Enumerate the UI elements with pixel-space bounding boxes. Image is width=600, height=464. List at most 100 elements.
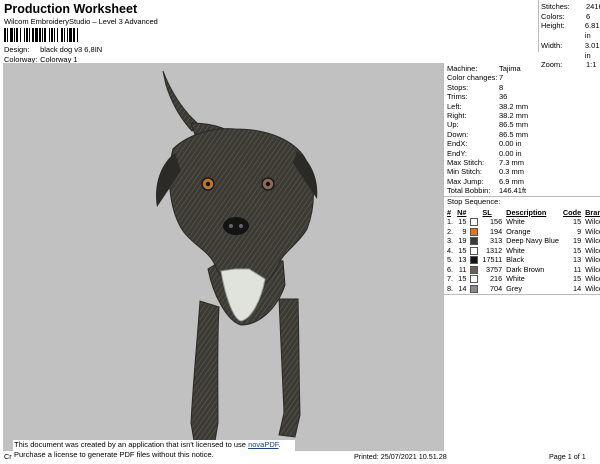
- stat-value: 6.81 in: [584, 21, 600, 41]
- stop-number: 4.: [447, 245, 454, 255]
- info-value: 146.41ft: [499, 186, 527, 196]
- stop-number: 3.: [447, 236, 454, 246]
- thread-brand: Wilcom: [585, 274, 600, 284]
- divider: [538, 0, 539, 52]
- info-value: 38.2 mm: [499, 111, 529, 121]
- info-row: Down: 86.5 mm: [447, 130, 528, 139]
- info-row: Left: 38.2 mm: [447, 102, 528, 111]
- stop-number: 7.: [447, 274, 454, 284]
- thread-brand: Wilcom: [585, 217, 600, 227]
- novapdf-link[interactable]: novaPDF: [248, 440, 278, 449]
- design-info-panel: Machine: Tajima Color changes: 7 Stops: 8 T…: [443, 63, 600, 451]
- stop-sequence-table: # N# SL Description Code Brand 1.15156Wh…: [445, 207, 600, 293]
- color-description: Deep Navy Blue: [506, 236, 559, 246]
- needle-number: 15: [458, 245, 467, 255]
- color-code: 9: [577, 226, 582, 236]
- needle-number: 11: [458, 264, 467, 274]
- color-swatch: [470, 284, 479, 293]
- color-swatch: [470, 256, 479, 265]
- stitch-length: 17511: [482, 255, 503, 265]
- stop-number: 5.: [447, 255, 454, 265]
- table-row: 3.19313Deep Navy Blue19Wilcom: [445, 236, 600, 246]
- color-code: 15: [573, 245, 582, 255]
- color-swatch: [468, 274, 480, 284]
- thread-brand: Wilcom: [585, 264, 600, 274]
- info-row: Right: 38.2 mm: [447, 111, 528, 120]
- stat-key: Width:: [541, 40, 563, 50]
- color-code: 15: [573, 217, 582, 227]
- stat-value: 24165: [586, 2, 600, 11]
- color-code: 15: [573, 274, 582, 284]
- thread-brand: Wilcom: [585, 236, 600, 246]
- stop-number: 1.: [447, 217, 454, 227]
- info-key: Color changes:: [447, 73, 498, 83]
- info-row: Min Stitch: 0.3 mm: [447, 167, 528, 176]
- info-row: Color changes: 7: [447, 73, 528, 82]
- dog-embroidery-image: [155, 70, 318, 442]
- info-row: Total Bobbin: 146.41ft: [447, 186, 528, 195]
- color-swatch: [468, 255, 480, 265]
- needle-number: 19: [458, 236, 467, 246]
- color-code: 11: [573, 264, 582, 274]
- info-value: 6.9 mm: [499, 176, 525, 186]
- design-label: Design:: [4, 45, 30, 54]
- col-header: Brand: [585, 207, 600, 217]
- design-stats: Stitches: 24165 Colors: 6 Height: 6.81 in W…: [541, 2, 600, 70]
- printed-timestamp: Printed: 25/07/2021 10.51.28: [354, 452, 447, 461]
- color-swatch: [468, 265, 480, 275]
- color-swatch: [468, 236, 480, 246]
- page-number: Page 1 of 1: [549, 452, 586, 461]
- stop-number: 8.: [447, 283, 454, 293]
- info-key: Up:: [447, 120, 459, 130]
- info-row: Up: 86.5 mm: [447, 120, 528, 129]
- info-value: 0.00 in: [499, 139, 522, 149]
- col-header: SL: [482, 207, 492, 217]
- info-key: Trims:: [447, 92, 468, 102]
- info-row: Stops: 8: [447, 83, 528, 92]
- footer-left: Cr: [4, 452, 12, 461]
- color-swatch: [468, 246, 480, 256]
- table-row: 4.151312White15Wilcom: [445, 246, 600, 256]
- color-description: Orange: [506, 226, 531, 236]
- notice-text: This document was created by an applicat…: [14, 440, 246, 449]
- stop-number: 2.: [447, 226, 454, 236]
- table-row: 2.9194Orange9Wilcom: [445, 227, 600, 237]
- color-description: Grey: [506, 283, 522, 293]
- barcode: [4, 28, 78, 42]
- info-value: 8: [499, 82, 504, 92]
- color-description: White: [506, 274, 525, 284]
- needle-number: 15: [458, 274, 467, 284]
- table-row: 8.14704Grey14Wilcom: [445, 284, 600, 294]
- info-row: Machine: Tajima: [447, 64, 528, 73]
- stitch-length: 3757: [485, 264, 503, 274]
- stitch-length: 1312: [485, 245, 503, 255]
- color-code: 14: [573, 283, 582, 293]
- table-row: 1.15156White15Wilcom: [445, 217, 600, 227]
- info-key: Machine:: [447, 64, 478, 73]
- table-row: 7.15216White15Wilcom: [445, 274, 600, 284]
- divider: [444, 294, 600, 295]
- stat-value: 6: [586, 11, 591, 21]
- info-value: 7.3 mm: [499, 158, 525, 168]
- info-key: Min Stitch:: [447, 167, 483, 177]
- table-row: 5.1317511Black13Wilcom: [445, 255, 600, 265]
- col-header: N#: [457, 207, 467, 217]
- notice-text: Purchase a license to generate PDF files…: [14, 450, 214, 459]
- color-swatch: [470, 275, 479, 284]
- table-row: 6.113757Dark Brown11Wilcom: [445, 265, 600, 275]
- info-key: Stops:: [447, 82, 469, 92]
- color-description: White: [506, 245, 525, 255]
- info-row: Max Stitch: 7.3 mm: [447, 158, 528, 167]
- thread-brand: Wilcom: [585, 255, 600, 265]
- info-value: Tajima: [499, 64, 521, 73]
- info-key: EndX:: [447, 139, 468, 149]
- color-swatch: [470, 227, 479, 236]
- stitch-length: 704: [489, 283, 503, 293]
- stat-key: Height:: [541, 21, 565, 31]
- info-value: 86.5 mm: [499, 120, 529, 130]
- thread-brand: Wilcom: [585, 245, 600, 255]
- stat-key: Stitches:: [541, 2, 570, 11]
- color-code: 19: [573, 236, 582, 246]
- color-description: Dark Brown: [506, 264, 545, 274]
- stat-value: 3.01 in: [584, 40, 600, 60]
